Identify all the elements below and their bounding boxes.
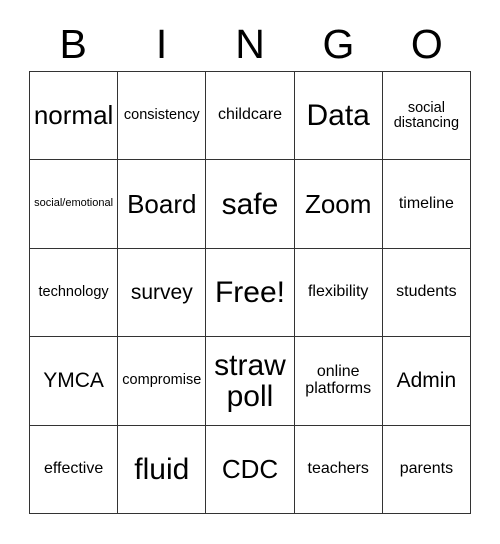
bingo-cell[interactable]: timeline	[382, 160, 471, 249]
bingo-cell-label: Data	[306, 99, 370, 133]
bingo-cell-label: Board	[127, 188, 197, 219]
bingo-cell-label: survey	[130, 280, 193, 304]
bingo-cell-label: normal	[33, 100, 114, 131]
bingo-cell[interactable]: consistency	[118, 72, 207, 161]
bingo-cell[interactable]: effective	[30, 425, 119, 514]
bingo-cell-label: fluid	[134, 452, 190, 486]
bingo-header-letter-b: B	[59, 21, 87, 67]
bingo-cell-label: consistency	[123, 107, 200, 124]
bingo-cell[interactable]: normal	[30, 72, 119, 161]
bingo-cell[interactable]: straw poll	[206, 337, 295, 426]
bingo-card: B I N G O normal consistency childcare Data…	[0, 0, 500, 544]
bingo-cell-label: social/emotional	[34, 197, 114, 210]
bingo-cell-label: technology	[38, 283, 109, 300]
bingo-cell[interactable]: YMCA	[30, 337, 119, 426]
bingo-cell[interactable]: technology	[30, 248, 119, 338]
bingo-cell[interactable]: Free!	[206, 248, 295, 338]
bingo-cell-label: CDC	[221, 453, 279, 484]
bingo-cell[interactable]: fluid	[118, 425, 207, 514]
bingo-cell-label: social distancing	[393, 99, 460, 131]
bingo-cell-label: flexibility	[307, 283, 369, 301]
bingo-cell[interactable]: Data	[294, 72, 383, 161]
bingo-cell-label: timeline	[398, 194, 454, 212]
bingo-cell[interactable]: safe	[206, 160, 295, 249]
bingo-cell[interactable]: childcare	[206, 72, 295, 161]
bingo-cell-label: Admin	[396, 368, 457, 392]
bingo-cell-label: compromise	[122, 372, 202, 389]
bingo-cell[interactable]: survey	[118, 248, 207, 338]
bingo-cell[interactable]: compromise	[118, 337, 207, 426]
bingo-header-letter-o: O	[410, 21, 443, 67]
bingo-cell-label: online platforms	[305, 363, 372, 397]
bingo-cell[interactable]: CDC	[206, 425, 295, 514]
bingo-cell-label: Free!	[214, 275, 285, 309]
bingo-cell[interactable]: online platforms	[294, 337, 383, 426]
bingo-cell-label: effective	[43, 459, 104, 477]
bingo-cell[interactable]: teachers	[294, 425, 383, 514]
bingo-cell-label: safe	[221, 187, 279, 221]
bingo-header-letter-i: I	[155, 21, 168, 67]
bingo-header-row: B I N G O	[29, 18, 471, 71]
bingo-cell-label: teachers	[307, 459, 369, 477]
bingo-cell[interactable]: Zoom	[294, 160, 383, 249]
bingo-cell-label: straw poll	[214, 348, 286, 413]
bingo-cell-label: Zoom	[304, 188, 372, 219]
bingo-cell[interactable]: social distancing	[382, 72, 471, 161]
bingo-cell[interactable]: social/emotional	[30, 160, 119, 249]
bingo-cell[interactable]: flexibility	[294, 248, 383, 338]
bingo-cell[interactable]: students	[382, 248, 471, 338]
bingo-cell[interactable]: Admin	[382, 337, 471, 426]
bingo-header-letter-n: N	[235, 21, 265, 67]
bingo-cell[interactable]: parents	[382, 425, 471, 514]
bingo-cell-label: parents	[399, 459, 454, 477]
bingo-cell[interactable]: Board	[118, 160, 207, 249]
bingo-cell-label: students	[396, 283, 457, 301]
bingo-grid: normal consistency childcare Data social dis…	[29, 71, 471, 514]
bingo-cell-label: YMCA	[43, 368, 104, 392]
bingo-header-letter-g: G	[322, 21, 355, 67]
bingo-cell-label: childcare	[217, 106, 282, 124]
